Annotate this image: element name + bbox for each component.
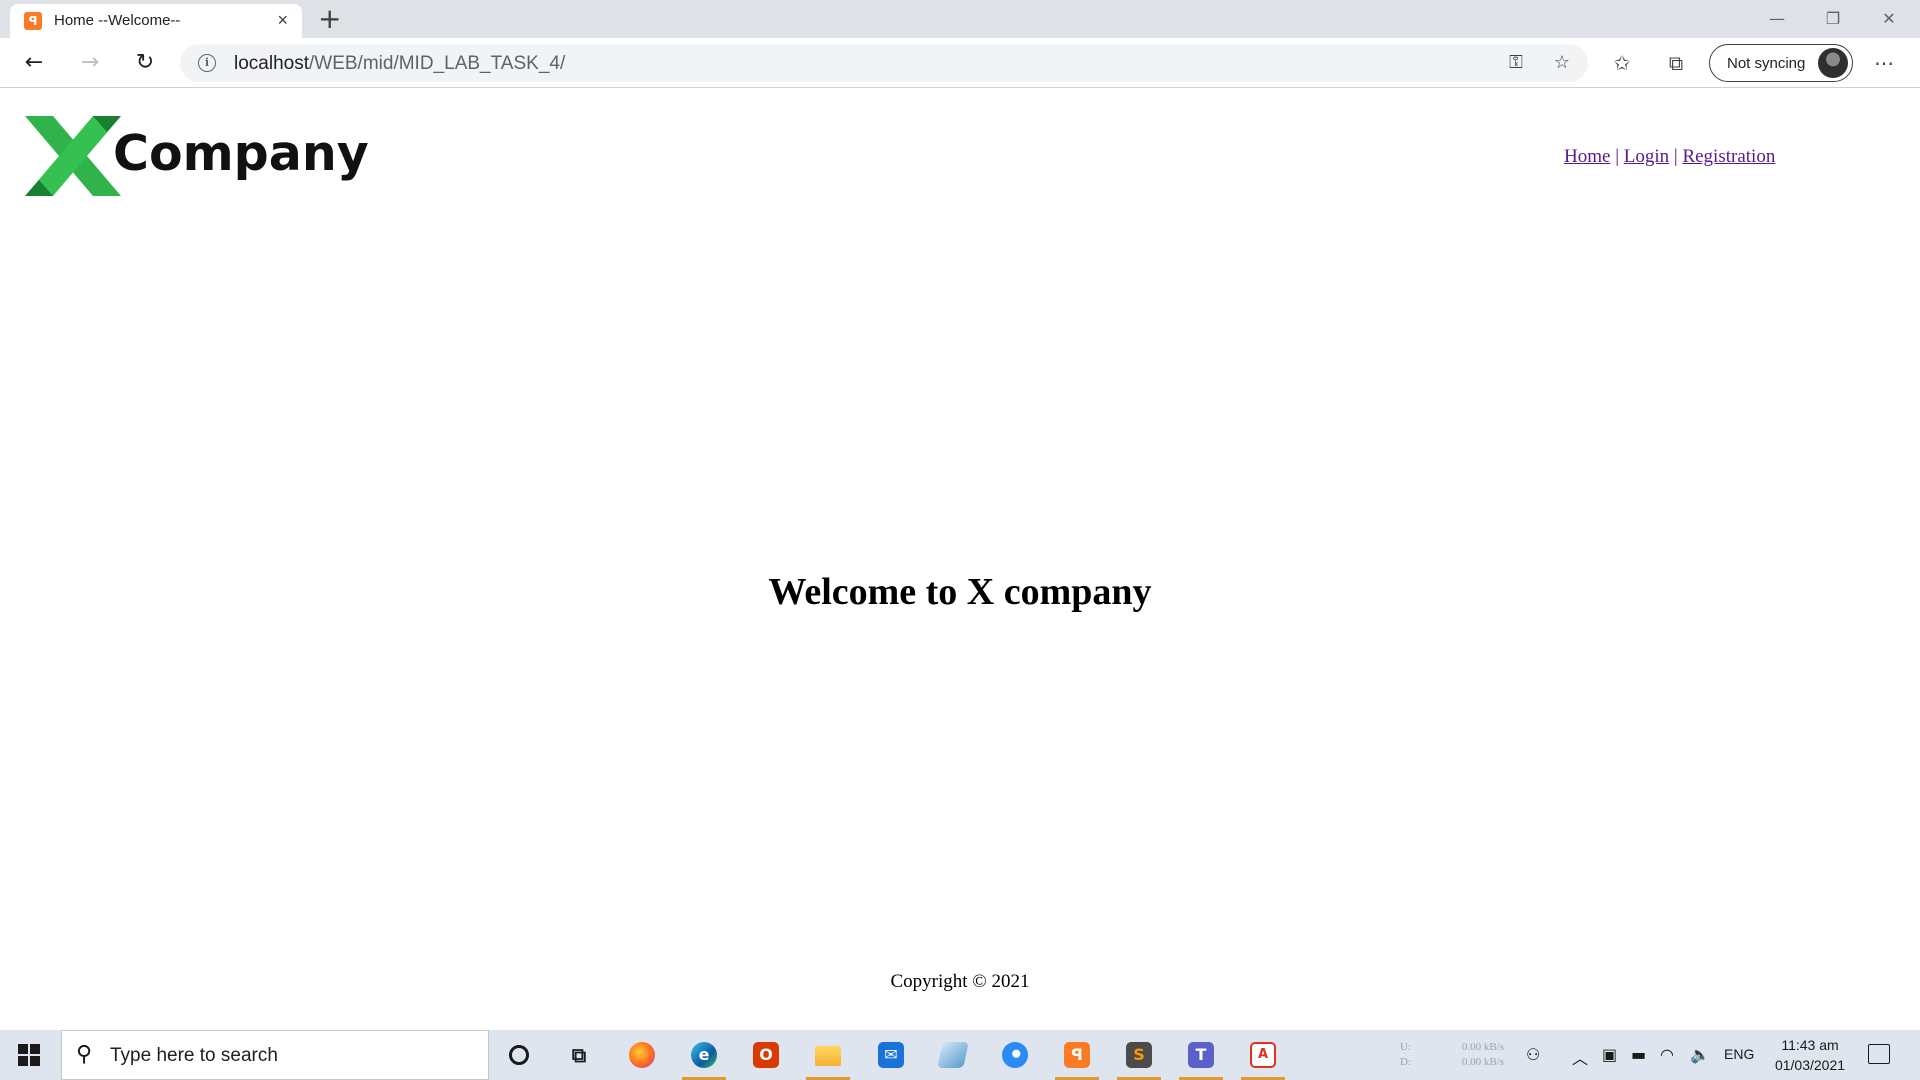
address-bar[interactable]: i localhost/WEB/mid/MID_LAB_TASK_4/ ⚿ ☆: [180, 44, 1588, 82]
more-menu-icon[interactable]: ⋯: [1870, 49, 1898, 77]
firefox-icon[interactable]: [620, 1035, 664, 1075]
search-placeholder: Type here to search: [110, 1045, 278, 1066]
file-explorer-icon[interactable]: [806, 1035, 850, 1080]
thunderbird-icon[interactable]: [993, 1035, 1037, 1075]
forward-arrow-icon[interactable]: →: [72, 45, 108, 81]
minimize-window-button[interactable]: —: [1754, 4, 1800, 34]
sync-status-label: Not syncing: [1727, 55, 1806, 72]
clock-time: 11:43 am: [1781, 1037, 1839, 1053]
tab-title: Home --Welcome--: [54, 12, 181, 29]
wifi-icon[interactable]: ◠: [1660, 1045, 1674, 1064]
people-icon[interactable]: ⚇: [1526, 1045, 1540, 1064]
xampp-icon[interactable]: ꟼ: [1055, 1035, 1099, 1080]
taskbar-clock[interactable]: 11:43 am 01/03/2021: [1764, 1035, 1856, 1075]
download-label: D:: [1400, 1056, 1411, 1068]
restore-window-button[interactable]: ❐: [1810, 4, 1856, 34]
site-info-icon[interactable]: i: [198, 54, 216, 72]
taskbar-search-box[interactable]: ⚲ Type here to search: [61, 1030, 489, 1080]
web-page: Company Home | Login | Registration Welc…: [0, 89, 1920, 1030]
cortana-icon[interactable]: [497, 1035, 541, 1075]
avatar: [1818, 48, 1848, 78]
tab-close-icon[interactable]: ×: [277, 10, 288, 31]
nav-separator: |: [1615, 146, 1619, 167]
office-icon[interactable]: O: [744, 1035, 788, 1075]
site-navigation: Home | Login | Registration: [1564, 146, 1775, 168]
upload-label: U:: [1400, 1041, 1411, 1053]
reload-icon[interactable]: ↻: [127, 45, 163, 81]
company-logo: Company: [25, 114, 369, 198]
battery-icon[interactable]: ▬: [1631, 1045, 1646, 1064]
upload-speed: 0.00 kB/s: [1461, 1041, 1504, 1053]
nav-registration-link[interactable]: Registration: [1682, 146, 1775, 167]
volume-icon[interactable]: 🔈: [1690, 1045, 1710, 1064]
mail-icon[interactable]: ✉: [869, 1035, 913, 1075]
download-speed: 0.00 kB/s: [1461, 1056, 1504, 1068]
browser-toolbar: ← → ↻ i localhost/WEB/mid/MID_LAB_TASK_4…: [0, 38, 1920, 88]
task-view-icon[interactable]: ⧉: [557, 1035, 601, 1075]
back-arrow-icon[interactable]: ←: [16, 45, 52, 81]
windows-taskbar: ⚲ Type here to search ⧉ e O ✉ ꟼ S T A U:…: [0, 1030, 1920, 1080]
search-icon: ⚲: [76, 1042, 93, 1067]
logo-wordmark: Company: [113, 125, 369, 182]
show-hidden-icons-chevron-icon[interactable]: ︿: [1572, 1045, 1588, 1069]
nav-home-link[interactable]: Home: [1564, 146, 1610, 167]
action-center-icon[interactable]: [1868, 1044, 1890, 1064]
url-path: /WEB/mid/MID_LAB_TASK_4/: [309, 53, 566, 74]
meet-now-icon[interactable]: ▣: [1602, 1045, 1617, 1064]
nav-login-link[interactable]: Login: [1624, 146, 1669, 167]
xampp-favicon-icon: ꟼ: [24, 12, 42, 30]
nav-separator: |: [1673, 146, 1678, 167]
url-host: localhost: [234, 53, 309, 74]
windows-start-icon[interactable]: [18, 1044, 40, 1066]
profile-sync-button[interactable]: Not syncing: [1709, 44, 1853, 82]
logo-x-icon: [25, 116, 121, 196]
page-title: Welcome to X company: [768, 571, 1152, 613]
network-speed-meter: U: 0.00 kB/s D: 0.00 kB/s: [1400, 1040, 1504, 1070]
browser-tab-active[interactable]: ꟼ Home --Welcome-- ×: [10, 4, 302, 38]
url-text[interactable]: localhost/WEB/mid/MID_LAB_TASK_4/: [234, 53, 565, 75]
footer-copyright: Copyright © 2021: [890, 971, 1030, 992]
favorites-icon[interactable]: ✩: [1608, 49, 1636, 77]
key-icon[interactable]: ⚿: [1503, 50, 1529, 76]
browser-tab-strip: ꟼ Home --Welcome-- × + — ❐ ✕: [0, 0, 1920, 38]
edge-icon[interactable]: e: [682, 1035, 726, 1080]
notes-icon[interactable]: [931, 1035, 975, 1075]
collections-icon[interactable]: ⧉: [1662, 49, 1690, 77]
sublime-text-icon[interactable]: S: [1117, 1035, 1161, 1080]
acrobat-icon[interactable]: A: [1241, 1035, 1285, 1080]
new-tab-button[interactable]: +: [318, 2, 341, 36]
clock-date: 01/03/2021: [1774, 1057, 1846, 1073]
add-favorite-star-icon[interactable]: ☆: [1549, 50, 1575, 76]
teams-icon[interactable]: T: [1179, 1035, 1223, 1080]
close-window-button[interactable]: ✕: [1866, 4, 1912, 34]
input-language-indicator[interactable]: ENG: [1724, 1046, 1754, 1062]
